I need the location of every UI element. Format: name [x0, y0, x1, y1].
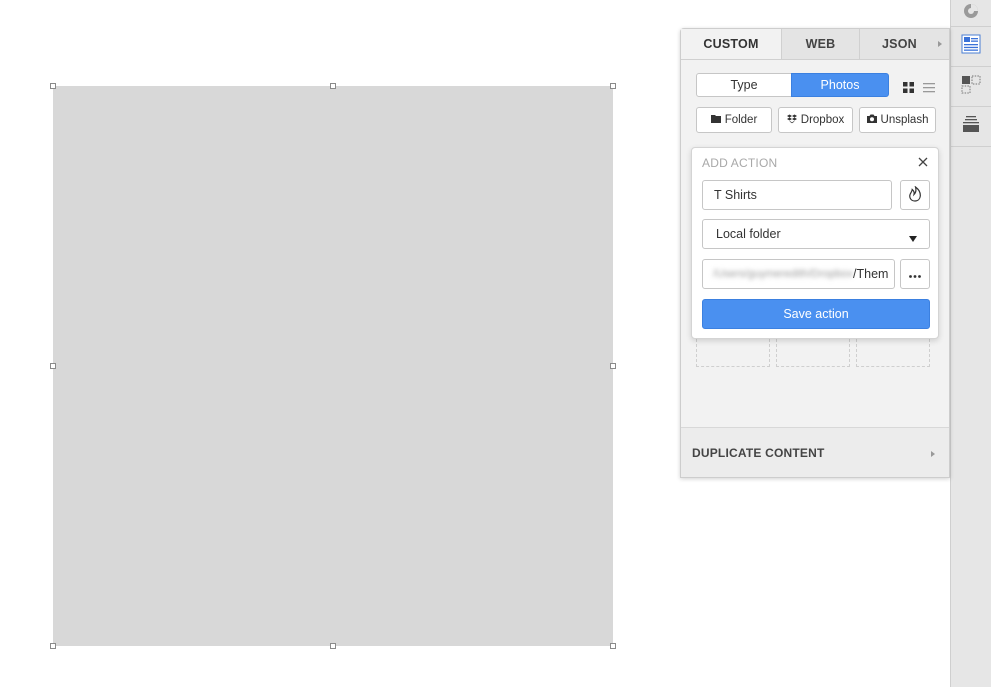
flame-icon [908, 185, 922, 205]
folder-path-field[interactable]: /Users/guymeredith/Dropbox /Them [702, 259, 895, 289]
craft-logo-button[interactable] [951, 0, 991, 27]
folder-icon [710, 114, 721, 126]
resize-handle-top-center[interactable] [330, 83, 336, 89]
data-panel-button[interactable] [951, 27, 991, 67]
icon-picker-button[interactable] [900, 180, 930, 210]
folder-path-blurred: /Users/guymeredith/Dropbox [713, 268, 854, 280]
chevron-right-icon [930, 448, 936, 462]
action-name-field[interactable]: T Shirts [702, 180, 892, 210]
resize-handle-top-left[interactable] [50, 83, 56, 89]
duplicate-content-label: DUPLICATE CONTENT [692, 445, 825, 460]
library-tool-button[interactable] [951, 107, 991, 147]
tab-json[interactable]: JSON [859, 29, 949, 59]
panel-tabs: CUSTOM WEB JSON [681, 29, 949, 60]
dropbox-icon [786, 114, 797, 127]
resize-handle-middle-left[interactable] [50, 363, 56, 369]
unsplash-button-label: Unsplash [880, 114, 929, 126]
grid-view-icon[interactable] [903, 80, 914, 98]
right-toolbar [950, 0, 991, 687]
resize-handle-bottom-center[interactable] [330, 643, 336, 649]
artboard[interactable] [53, 86, 613, 646]
unsplash-button[interactable]: Unsplash [859, 107, 936, 133]
segment-photos[interactable]: Photos [791, 73, 889, 97]
chevron-right-icon[interactable] [937, 38, 943, 52]
segment-type[interactable]: Type [696, 73, 792, 97]
dropbox-button-label: Dropbox [800, 114, 845, 126]
more-icon [909, 267, 921, 281]
tab-custom[interactable]: CUSTOM [681, 29, 781, 59]
duplicate-tool-button[interactable] [951, 67, 991, 107]
dropdown-arrow-icon [909, 231, 917, 245]
close-icon[interactable] [915, 154, 931, 170]
action-name-value: T Shirts [714, 188, 757, 202]
folder-path-suffix: /Them [853, 267, 889, 281]
duplicate-content-section[interactable]: DUPLICATE CONTENT [681, 427, 949, 477]
add-action-popover: ADD ACTION T Shirts Local folder /Users/… [691, 147, 939, 339]
craft-logo-icon [963, 3, 979, 24]
selection-icon [961, 74, 981, 99]
layers-icon [961, 114, 981, 139]
source-type-value: Local folder [716, 227, 781, 241]
tab-web[interactable]: WEB [781, 29, 859, 59]
resize-handle-middle-right[interactable] [610, 363, 616, 369]
save-action-button[interactable]: Save action [702, 299, 930, 329]
tab-json-label: JSON [882, 37, 917, 51]
resize-handle-top-right[interactable] [610, 83, 616, 89]
browse-path-button[interactable] [900, 259, 930, 289]
folder-button-label: Folder [724, 114, 758, 126]
resize-handle-bottom-right[interactable] [610, 643, 616, 649]
source-type-select[interactable]: Local folder [702, 219, 930, 249]
layout-panel-icon [961, 34, 981, 59]
folder-button[interactable]: Folder [696, 107, 772, 133]
resize-handle-bottom-left[interactable] [50, 643, 56, 649]
dropbox-button[interactable]: Dropbox [778, 107, 853, 133]
camera-icon [866, 114, 877, 126]
popover-title: ADD ACTION [702, 156, 778, 170]
list-view-icon[interactable] [923, 80, 935, 98]
